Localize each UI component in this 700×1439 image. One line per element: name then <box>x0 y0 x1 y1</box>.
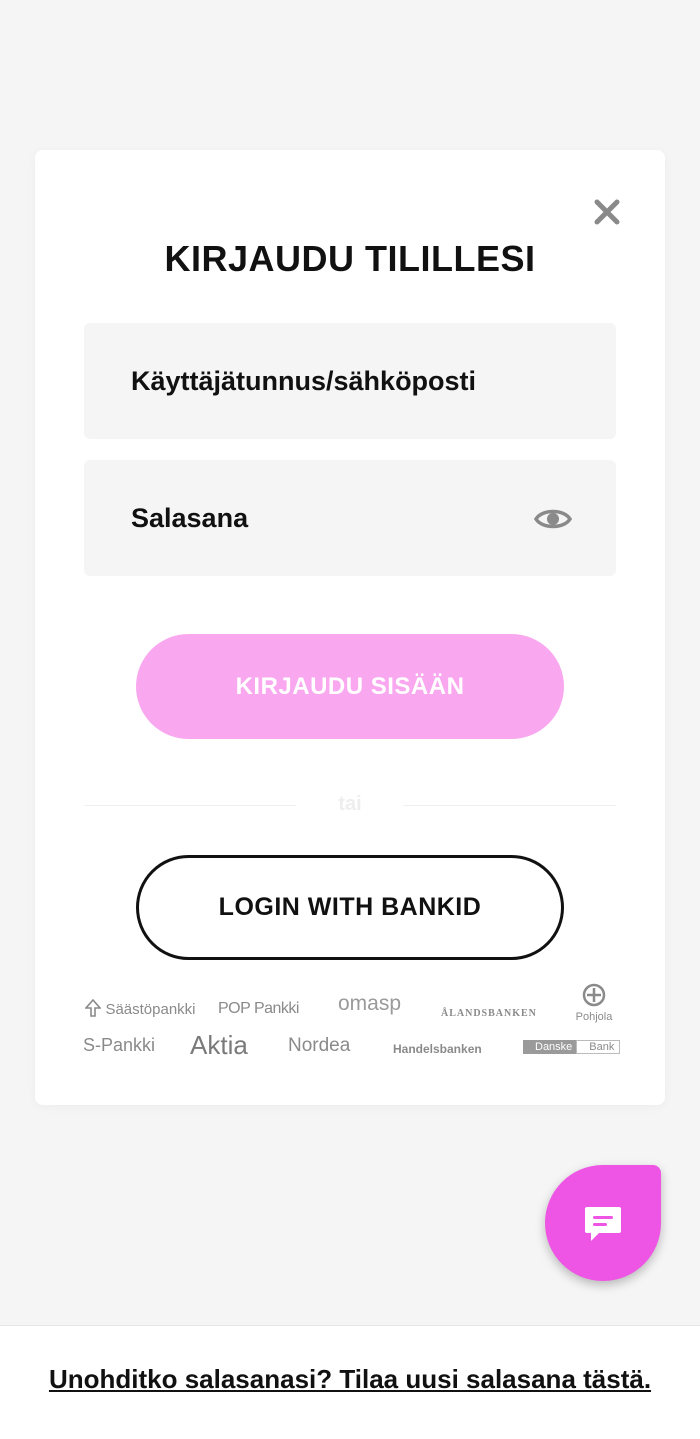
chat-icon <box>585 1207 621 1241</box>
bank-name: Pohjola <box>575 1011 613 1023</box>
username-input[interactable] <box>129 364 533 398</box>
bank-name: S-Pankki <box>83 1035 156 1055</box>
username-field[interactable] <box>84 323 616 439</box>
bank-logo-pohjola: Pohjola <box>572 983 616 1025</box>
footer: Unohditko salasanasi? Tilaa uusi salasan… <box>0 1325 700 1439</box>
bank-name: Nordea <box>288 1035 351 1056</box>
show-password-button[interactable] <box>533 500 573 538</box>
bank-logo-nordea: Nordea <box>288 1035 350 1057</box>
bank-logo-s-pankki: S-Pankki <box>83 1035 155 1056</box>
bank-logo-alandsbanken: ÅLANDSBANKEN <box>441 1003 537 1021</box>
password-field[interactable] <box>84 460 616 576</box>
page: KIRJAUDU TILILLESI KIRJAUDU SISÄÄN tai L… <box>0 0 700 1439</box>
saastopankki-logo-icon <box>84 998 102 1017</box>
bank-logo-saastopankki: Säästöpankki <box>84 998 196 1019</box>
pohjola-logo-icon <box>582 983 606 1007</box>
bankid-login-button[interactable]: LOGIN WITH BANKID <box>136 855 564 960</box>
chat-button[interactable] <box>545 1165 661 1281</box>
bank-name: Säästöpankki <box>105 1001 196 1018</box>
bank-name: omasp <box>338 992 402 1015</box>
eye-icon <box>533 509 573 529</box>
bank-logo-danske-bank: Danske Bank <box>523 1037 621 1055</box>
forgot-password-link[interactable]: Unohditko salasanasi? Tilaa uusi salasan… <box>0 1364 700 1395</box>
close-icon <box>594 199 620 225</box>
bank-logo-aktia: Aktia <box>190 1030 248 1061</box>
bank-logo-omasp: omasp <box>338 992 401 1016</box>
login-button[interactable]: KIRJAUDU SISÄÄN <box>136 634 564 739</box>
bank-name: ÅLANDSBANKEN <box>441 1008 537 1019</box>
password-input[interactable] <box>129 501 533 535</box>
bank-name: Aktia <box>190 1030 248 1060</box>
bank-name: Handelsbanken <box>393 1042 482 1056</box>
modal-title: KIRJAUDU TILILLESI <box>164 238 536 279</box>
divider-line-right <box>403 805 616 806</box>
bank-name: POP Pankki <box>218 1000 299 1017</box>
bank-logo-handelsbanken: Handelsbanken <box>393 1040 482 1058</box>
danske-bank-box: Danske <box>523 1040 577 1054</box>
login-modal: KIRJAUDU TILILLESI KIRJAUDU SISÄÄN tai L… <box>35 150 665 1105</box>
close-button[interactable] <box>590 195 624 229</box>
danske-bank-text: Bank <box>576 1040 621 1054</box>
bank-logo-pop-pankki: POP Pankki <box>218 1000 299 1018</box>
